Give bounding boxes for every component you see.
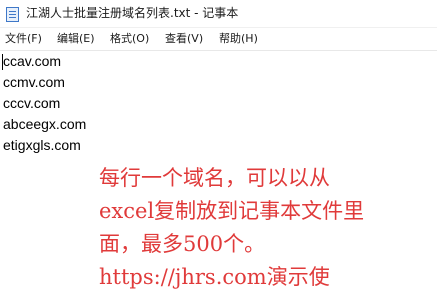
annotation-line: https://jhrs.com演示使 xyxy=(99,265,330,289)
window-title: 江湖人士批量注册域名列表.txt - 记事本 xyxy=(26,6,239,20)
menu-file[interactable]: 文件(F) xyxy=(5,31,42,47)
menu-edit[interactable]: 编辑(E) xyxy=(57,31,95,47)
annotation-line: 面，最多500个。 xyxy=(99,232,266,256)
document-line: cccv.com xyxy=(3,95,61,111)
annotation-line: 每行一个域名，可以以从 xyxy=(99,166,330,190)
text-editor-area[interactable]: ccav.com ccmv.com cccv.com abceegx.com e… xyxy=(0,51,437,289)
menu-view[interactable]: 查看(V) xyxy=(165,31,203,47)
notepad-icon xyxy=(6,7,19,22)
title-bar: 江湖人士批量注册域名列表.txt - 记事本 xyxy=(0,0,437,28)
document-line: etigxgls.com xyxy=(3,137,81,153)
menu-bar: 文件(F) 编辑(E) 格式(O) 查看(V) 帮助(H) xyxy=(0,28,437,51)
document-line: abceegx.com xyxy=(3,116,87,132)
annotation-line: excel复制放到记事本文件里 xyxy=(99,199,365,223)
document-line: ccav.com xyxy=(3,53,62,69)
document-line: ccmv.com xyxy=(3,74,65,90)
menu-help[interactable]: 帮助(H) xyxy=(219,31,258,47)
menu-format[interactable]: 格式(O) xyxy=(110,31,149,47)
